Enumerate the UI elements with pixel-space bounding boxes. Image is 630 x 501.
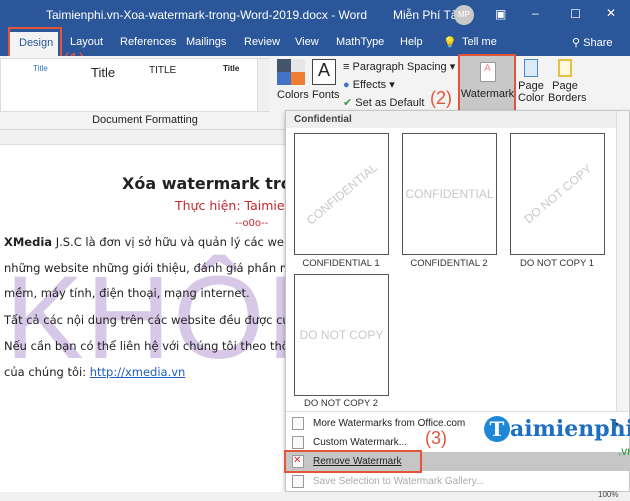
- annotation-2: (2): [430, 88, 452, 108]
- doc-line-4: Tất cả các nội dung trên các website đều…: [4, 313, 290, 327]
- style-4[interactable]: Title: [223, 64, 239, 73]
- logo-mark: T: [484, 416, 510, 442]
- doc-line-6: của chúng tôi: http://xmedia.vn: [4, 365, 185, 379]
- style-3[interactable]: TITLE: [149, 65, 176, 76]
- effects-button[interactable]: ● Effects ▾: [343, 78, 395, 91]
- line-text: J.S.C là đơn vị sở hữu và quản lý các we…: [52, 235, 301, 249]
- watermark-dropdown: Confidential CONFIDENTIAL CONFIDENTIAL 1…: [285, 110, 630, 492]
- thumb-text: DO NOT COPY: [520, 161, 595, 227]
- office-icon: [292, 417, 304, 430]
- logo-text: aimienphi: [510, 416, 630, 442]
- effects-icon: ●: [343, 79, 350, 91]
- doc-line-5: Nếu cần bạn có thể liên hệ với chúng tôi…: [4, 339, 289, 353]
- share-button[interactable]: ⚲ Share: [572, 36, 612, 49]
- custom-watermark-icon: [292, 436, 304, 449]
- thumb-label: DO NOT COPY 2: [303, 398, 379, 409]
- line-text: của chúng tôi:: [4, 365, 90, 379]
- style-2[interactable]: Title: [91, 65, 115, 80]
- annotation-3: (3): [425, 428, 447, 448]
- thumb-label: DO NOT COPY 1: [519, 258, 595, 269]
- tab-view[interactable]: View: [295, 36, 319, 48]
- ribbon-display-icon[interactable]: ▣: [495, 7, 506, 21]
- thumb-text: CONFIDENTIAL: [405, 187, 494, 201]
- user-name: Miễn Phí Tải: [393, 8, 461, 22]
- page-borders-icon: [558, 59, 572, 77]
- fonts-button[interactable]: Fonts: [312, 89, 340, 101]
- tab-references[interactable]: References: [120, 36, 176, 48]
- watermark-confidential-2[interactable]: CONFIDENTIAL: [402, 133, 497, 255]
- status-bar: 100%: [0, 490, 630, 501]
- doc-separator: --o0o--: [235, 218, 269, 229]
- watermark-do-not-copy-2[interactable]: DO NOT COPY: [294, 274, 389, 396]
- page-color-icon: [524, 59, 538, 77]
- colors-icon: [277, 59, 305, 85]
- lightbulb-icon: 💡: [443, 37, 457, 49]
- divider: [286, 411, 629, 412]
- share-label: Share: [583, 37, 613, 49]
- highlight-remove: [284, 450, 422, 473]
- doc-line-2: những website những giới thiệu, đánh giá…: [4, 261, 292, 275]
- title-bar: Taimienphi.vn-Xoa-watermark-trong-Word-2…: [0, 0, 630, 30]
- watermark-do-not-copy-1[interactable]: DO NOT COPY: [510, 133, 605, 255]
- zoom-level[interactable]: 100%: [598, 490, 618, 499]
- gallery-scrollbar[interactable]: [616, 111, 629, 411]
- set-default-button[interactable]: ✔ Set as Default: [343, 96, 424, 109]
- tab-layout[interactable]: Layout: [70, 36, 103, 48]
- effects-label: Effects: [352, 79, 387, 91]
- page-color-button[interactable]: Page Color: [518, 59, 544, 104]
- doc-line-3: mềm, máy tính, điện thoại, mạng internet…: [4, 286, 250, 300]
- tab-mathtype[interactable]: MathType: [336, 36, 384, 48]
- style-gallery[interactable]: Title Title TITLE Title: [0, 58, 270, 112]
- maximize-button[interactable]: ☐: [570, 7, 581, 21]
- gallery-header: Confidential: [286, 111, 629, 128]
- doc-line-1: XMedia J.S.C là đơn vị sở hữu và quản lý…: [4, 235, 301, 249]
- paragraph-spacing-button[interactable]: ≡ Paragraph Spacing ▾: [343, 60, 455, 73]
- person-icon: ⚲: [572, 37, 584, 49]
- xmedia-link[interactable]: http://xmedia.vn: [90, 365, 186, 379]
- watermark-confidential-1[interactable]: CONFIDENTIAL: [294, 133, 389, 255]
- paragraph-spacing-label: Paragraph Spacing: [352, 61, 447, 73]
- page-color-label: Page Color: [518, 80, 545, 104]
- ruler: [0, 130, 290, 145]
- fonts-icon: A: [312, 59, 336, 85]
- style-1[interactable]: Title: [33, 64, 48, 73]
- avatar[interactable]: MP: [454, 5, 474, 25]
- thumb-label: CONFIDENTIAL 1: [302, 258, 380, 269]
- bold-xmedia: XMedia: [4, 235, 53, 249]
- tell-me[interactable]: Tell me: [462, 36, 497, 48]
- menu-label: Custom Watermark...: [313, 437, 408, 448]
- tab-review[interactable]: Review: [244, 36, 280, 48]
- colors-button[interactable]: Colors: [277, 89, 309, 101]
- thumb-text: DO NOT COPY: [299, 328, 384, 342]
- thumb-text: CONFIDENTIAL: [303, 160, 380, 228]
- thumb-label: CONFIDENTIAL 2: [410, 258, 488, 269]
- highlight-watermark: [458, 54, 516, 114]
- minimize-button[interactable]: –: [532, 6, 539, 20]
- menu-save-selection: Save Selection to Watermark Gallery...: [286, 472, 629, 491]
- save-gallery-icon: [292, 475, 304, 488]
- tab-help[interactable]: Help: [400, 36, 423, 48]
- page-borders-button[interactable]: Page Borders: [548, 59, 587, 104]
- group-label: Document Formatting: [92, 114, 198, 126]
- set-default-label: Set as Default: [355, 97, 425, 109]
- window-title: Taimienphi.vn-Xoa-watermark-trong-Word-2…: [46, 8, 368, 22]
- logo-suffix: .vn: [617, 444, 630, 458]
- close-button[interactable]: ✕: [606, 6, 616, 20]
- taimienphi-logo: Taimienphi .vn: [484, 416, 630, 458]
- page-borders-label: Page Borders: [548, 80, 587, 104]
- doc-subtitle: Thực hiện: Taimien: [175, 198, 293, 213]
- check-icon: ✔: [343, 97, 353, 109]
- document-page[interactable]: KHÔNG Xóa watermark trong Thực hiện: Tai…: [0, 130, 446, 501]
- tab-mailings[interactable]: Mailings: [186, 36, 226, 48]
- gallery-scroll[interactable]: [257, 59, 270, 111]
- ribbon-tabs: Design Layout References Mailings Review…: [0, 30, 630, 58]
- menu-label: Save Selection to Watermark Gallery...: [313, 476, 485, 487]
